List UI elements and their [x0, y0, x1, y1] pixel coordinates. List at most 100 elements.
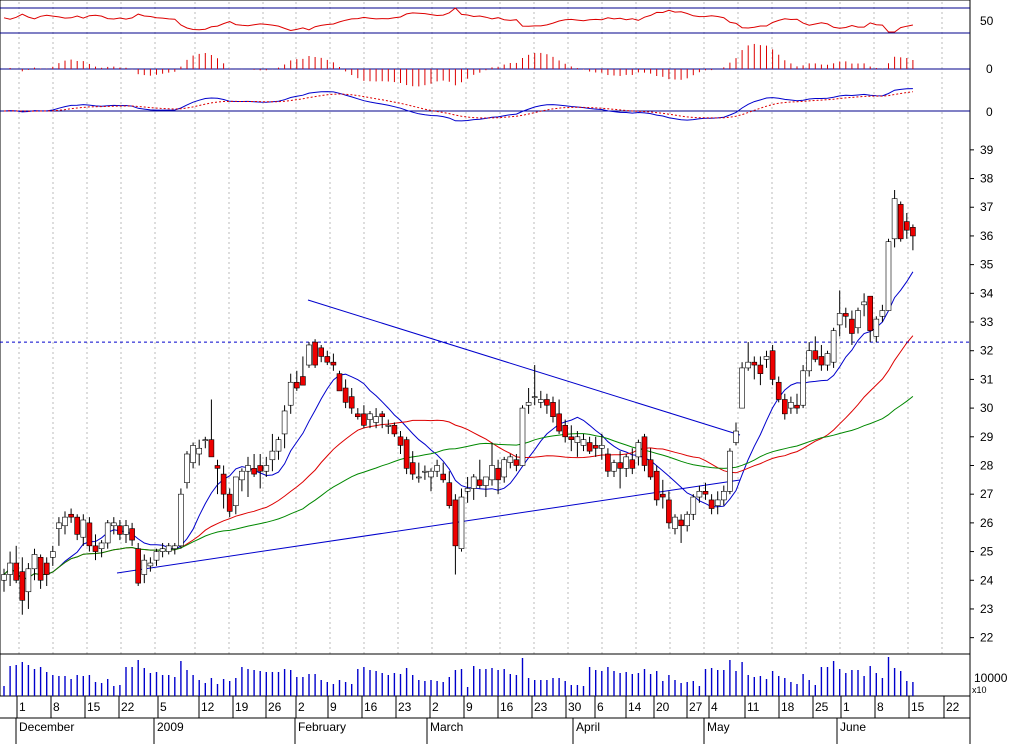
date-tick-label: 1 — [843, 700, 850, 714]
candle-body — [885, 241, 892, 311]
price-tick-label: 25 — [980, 545, 994, 559]
price-tick-label: 34 — [980, 286, 994, 300]
candle-body — [897, 204, 904, 240]
candle-body — [251, 468, 257, 475]
candle-body — [586, 442, 593, 452]
candle-body — [379, 413, 386, 418]
date-tick-label: 8 — [53, 700, 60, 714]
candle-body — [702, 491, 709, 495]
candle-body — [568, 436, 575, 440]
candle-body — [641, 436, 648, 466]
date-tick-label: 5 — [160, 700, 167, 714]
panel-frame — [0, 653, 971, 697]
candle-body — [287, 381, 294, 406]
axes-labels: 2223242526272829303132333435363738395000… — [15, 14, 1008, 744]
date-tick-label: 6 — [597, 700, 604, 714]
price-tick-label: 32 — [980, 344, 994, 358]
candle-body — [483, 476, 489, 486]
date-tick-label: 1 — [19, 700, 26, 714]
candle-body — [446, 482, 453, 506]
date-tick-label: 23 — [398, 700, 412, 714]
stock-chart: 2223242526272829303132333435363738395000… — [0, 0, 1008, 744]
month-label: April — [576, 720, 600, 734]
macd-signal-line — [3, 91, 913, 119]
candle-body — [428, 470, 434, 478]
candle-body — [330, 361, 337, 366]
date-tick-label: 25 — [815, 700, 829, 714]
candle-body — [763, 356, 770, 360]
macd-hist-tick-label: 0 — [986, 62, 993, 76]
candle-body — [409, 462, 416, 475]
candle-body — [623, 456, 630, 469]
candle-body — [324, 356, 331, 363]
price-tick-label: 24 — [980, 573, 994, 587]
candle-body — [867, 295, 874, 331]
candle-body — [391, 425, 398, 435]
price-tick-label: 38 — [980, 172, 994, 186]
price-tick-label: 27 — [980, 487, 994, 501]
date-tick-label: 27 — [689, 700, 703, 714]
candle-body — [592, 445, 599, 449]
candle-body — [519, 407, 526, 466]
price-tick-label: 33 — [980, 315, 994, 329]
candle-body — [611, 462, 617, 472]
candle-body — [849, 318, 855, 334]
rsi-tick-label: 50 — [980, 14, 994, 28]
candle-body — [910, 227, 916, 237]
candle-body — [25, 568, 32, 593]
candle-body — [873, 318, 880, 337]
candle-body — [147, 562, 154, 567]
candle-body — [312, 341, 318, 366]
candle-body — [56, 522, 62, 529]
month-label: May — [707, 720, 730, 734]
date-tick-label: 4 — [711, 700, 718, 714]
candle-body — [434, 465, 440, 472]
candle-body — [635, 442, 642, 458]
candle-body — [415, 476, 422, 479]
candle-body — [354, 413, 361, 418]
date-tick-label: 9 — [466, 700, 473, 714]
candle-body — [141, 559, 148, 575]
candle-body — [580, 439, 587, 446]
candle-body — [751, 361, 758, 366]
candle-body — [757, 364, 764, 374]
candle-body — [476, 479, 483, 486]
candle-body — [104, 522, 111, 544]
candle-body — [903, 221, 910, 231]
candle-body — [525, 402, 532, 406]
candle-body — [129, 528, 135, 541]
candle-body — [208, 439, 215, 458]
candle-body — [544, 399, 550, 406]
candle-body — [708, 499, 715, 509]
candle-body — [666, 499, 672, 524]
candle-body — [220, 473, 227, 495]
candle-body — [672, 516, 678, 529]
candle-body — [891, 198, 898, 240]
candle-body — [629, 459, 636, 469]
candle-body — [1, 574, 7, 581]
candle-body — [714, 499, 721, 506]
candle-body — [117, 525, 123, 535]
candle-body — [788, 402, 794, 409]
candle-body — [812, 350, 819, 360]
candle-body — [37, 557, 44, 581]
date-tick-label: 26 — [268, 700, 282, 714]
date-tick-label: 2 — [432, 700, 439, 714]
moving-averages — [3, 271, 914, 581]
candle-body — [190, 445, 196, 463]
candle-body — [31, 554, 38, 570]
candle-body — [159, 548, 166, 552]
candle-body — [727, 450, 733, 492]
candle-body — [214, 465, 221, 469]
date-tick-label: 9 — [330, 700, 337, 714]
price-tick-label: 39 — [980, 143, 994, 157]
candle-body — [684, 513, 691, 527]
candle-body — [172, 545, 178, 550]
candle-body — [836, 313, 843, 326]
candle-body — [696, 491, 703, 498]
candle-body — [842, 313, 849, 317]
candle-body — [361, 413, 367, 426]
candle-body — [269, 450, 276, 461]
price-tick-label: 23 — [980, 602, 994, 616]
price-tick-label: 31 — [980, 372, 994, 386]
